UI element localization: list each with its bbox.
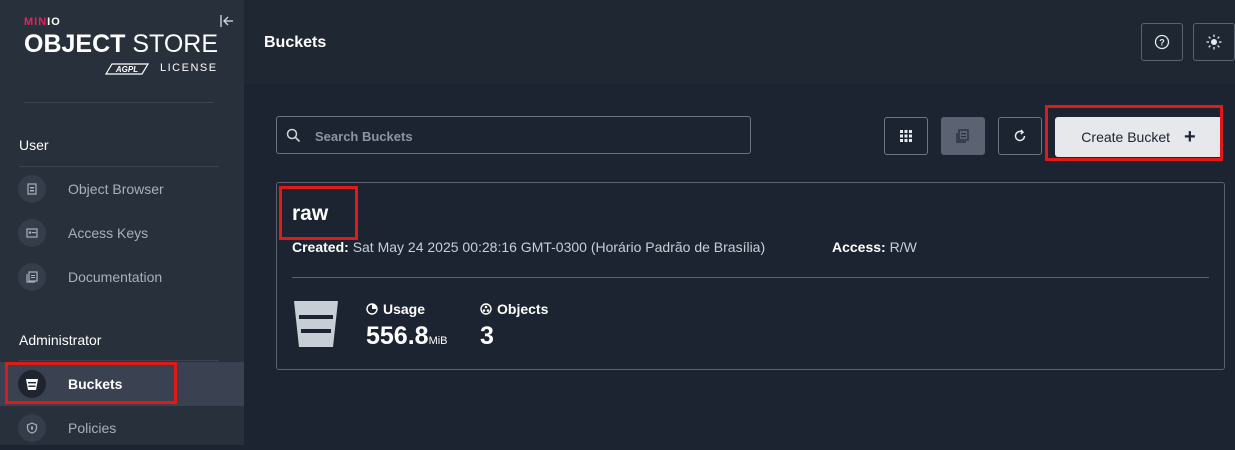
page-header: Buckets ? — [244, 0, 1235, 84]
sidebar-item-label: Policies — [68, 420, 117, 436]
svg-text:?: ? — [1159, 38, 1165, 48]
sidebar-item-access-keys[interactable]: Access Keys — [0, 211, 244, 255]
sidebar-item-buckets[interactable]: Buckets — [0, 362, 244, 406]
list-view-icon — [956, 129, 969, 143]
objects-label: Objects — [480, 301, 548, 317]
access-value: R/W — [889, 239, 917, 255]
section-title-user: User — [19, 137, 49, 153]
sidebar: MINIO OBJECT STORE AGPL LICENSE User Obj… — [0, 0, 244, 445]
created-label: Created: — [292, 239, 349, 255]
create-bucket-label: Create Bucket — [1081, 129, 1171, 145]
object-browser-icon — [18, 175, 46, 203]
bucket-icon — [18, 370, 46, 398]
refresh-icon — [1014, 129, 1026, 142]
section-title-administrator: Administrator — [19, 332, 102, 348]
help-icon: ? — [1154, 34, 1170, 50]
access-label: Access: — [832, 239, 886, 255]
sidebar-item-label: Access Keys — [68, 225, 149, 241]
minio-logo: MINIO OBJECT STORE AGPL LICENSE — [24, 16, 224, 76]
sidebar-item-policies[interactable]: Policies — [0, 406, 244, 450]
logo-license: LICENSE — [160, 62, 218, 74]
search-icon — [286, 128, 301, 143]
access-keys-icon — [18, 219, 46, 247]
objects-icon — [480, 303, 492, 315]
create-bucket-button[interactable]: Create Bucket + — [1055, 117, 1222, 157]
grid-view-button[interactable] — [884, 117, 928, 155]
usage-value: 556.8MiB — [366, 322, 448, 350]
page-title: Buckets — [264, 34, 327, 51]
bucket-large-icon — [294, 301, 338, 347]
collapse-sidebar-icon[interactable] — [219, 13, 235, 29]
bucket-created: Created: Sat May 24 2025 00:28:16 GMT-03… — [292, 239, 765, 255]
search-box[interactable] — [276, 116, 751, 154]
divider — [24, 102, 214, 103]
agpl-badge-icon: AGPL — [104, 63, 150, 75]
usage-pie-icon — [366, 303, 378, 315]
divider — [292, 277, 1209, 278]
sidebar-item-documentation[interactable]: Documentation — [0, 255, 244, 299]
logo-brand: MINIO — [24, 16, 61, 28]
list-view-button[interactable] — [941, 117, 985, 155]
usage-unit: MiB — [428, 335, 448, 347]
policies-icon — [18, 414, 46, 442]
sidebar-item-label: Buckets — [68, 376, 123, 392]
divider — [19, 360, 219, 361]
bucket-access: Access: R/W — [832, 239, 917, 255]
created-value: Sat May 24 2025 00:28:16 GMT-0300 (Horár… — [352, 239, 766, 255]
refresh-button[interactable] — [998, 117, 1042, 155]
usage-label: Usage — [366, 301, 425, 317]
help-button[interactable]: ? — [1141, 23, 1183, 61]
documentation-icon — [18, 263, 46, 291]
sidebar-item-object-browser[interactable]: Object Browser — [0, 167, 244, 211]
search-input[interactable] — [313, 125, 737, 147]
sidebar-item-label: Documentation — [68, 269, 163, 285]
svg-text:AGPL: AGPL — [115, 65, 138, 74]
bucket-card[interactable]: raw Created: Sat May 24 2025 00:28:16 GM… — [276, 182, 1225, 370]
theme-toggle-button[interactable] — [1193, 23, 1235, 61]
plus-icon: + — [1184, 126, 1196, 148]
sun-icon — [1206, 34, 1222, 50]
sidebar-item-label: Object Browser — [68, 181, 164, 197]
objects-value: 3 — [480, 322, 494, 350]
grid-view-icon — [900, 130, 912, 142]
logo-product: OBJECT STORE — [24, 30, 219, 58]
bucket-name[interactable]: raw — [292, 202, 328, 226]
